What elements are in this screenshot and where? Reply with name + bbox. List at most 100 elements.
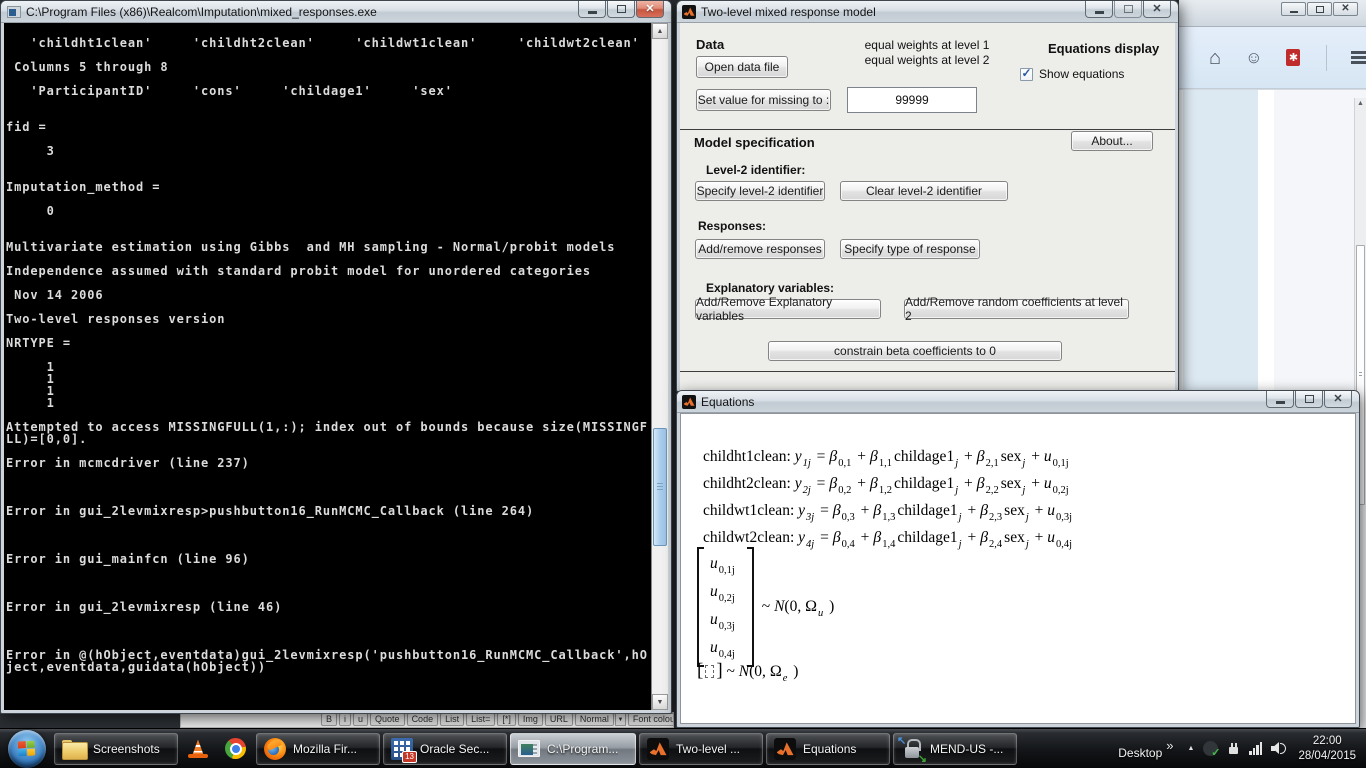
- equations-titlebar[interactable]: Equations ✕: [677, 391, 1359, 413]
- format-button-url[interactable]: URL: [545, 713, 573, 726]
- equals-sign: =: [813, 448, 830, 465]
- taskbar-item-screenshots[interactable]: Screenshots: [54, 733, 178, 765]
- specify-type-button[interactable]: Specify type of response: [840, 239, 980, 259]
- format-button-img[interactable]: Img: [518, 713, 543, 726]
- restore-glyph: [1316, 6, 1324, 13]
- equation-line: childht2clean: y2j = β0,2 + β1,2childage…: [703, 471, 1074, 498]
- power-tray-icon[interactable]: [1227, 742, 1240, 755]
- u-vector-block: u0,1ju0,2ju0,3ju0,4j ~ N(0, Ωu ): [697, 547, 834, 667]
- close-glyph: ✕: [1341, 4, 1349, 14]
- taskbar-items: Screenshots Mozilla Fir...13Oracle Sec...…: [54, 729, 1017, 768]
- beta-symbol: β: [829, 448, 837, 465]
- taskbar-item-console[interactable]: C:\Program...: [510, 733, 636, 765]
- console-client-area[interactable]: 'childht1clean' 'childht2clean' 'childwt…: [4, 23, 668, 710]
- desktop-toolbar[interactable]: Desktop »: [1118, 738, 1173, 760]
- font-colour-button[interactable]: Font colour: [628, 713, 674, 726]
- equations-maximize-button[interactable]: [1295, 391, 1323, 408]
- taskbar-item-label: C:\Program...: [547, 742, 618, 756]
- start-button[interactable]: [8, 730, 46, 768]
- u-subscript: 0,3j: [719, 621, 735, 632]
- taskbar-item-vlc[interactable]: [181, 733, 215, 765]
- taskbar-item-oracle[interactable]: 13Oracle Sec...: [383, 733, 507, 765]
- taskbar-item-matlab-equations[interactable]: Equations: [766, 733, 890, 765]
- console-minimize-button[interactable]: [578, 1, 606, 18]
- format-button-list[interactable]: List: [440, 713, 464, 726]
- left-bracket: [: [697, 660, 703, 681]
- clear-level2-button[interactable]: Clear level-2 identifier: [840, 181, 1008, 201]
- plus-sign: +: [857, 502, 874, 519]
- format-button-code[interactable]: Code: [407, 713, 439, 726]
- antivirus-tray-icon[interactable]: [1203, 741, 1218, 756]
- console-line: NRTYPE =: [6, 337, 648, 349]
- taskbar-item-chrome[interactable]: [218, 733, 253, 765]
- equations-close-button[interactable]: ✕: [1324, 391, 1352, 408]
- plus-sign: +: [964, 529, 981, 546]
- format-button-i[interactable]: i: [339, 713, 351, 726]
- specify-level2-button[interactable]: Specify level-2 identifier: [695, 181, 825, 201]
- taskbar-item-mend[interactable]: MEND-US -...: [893, 733, 1017, 765]
- model-minimize-button[interactable]: [1085, 1, 1113, 18]
- set-missing-value-button[interactable]: Set value for missing to :: [696, 89, 831, 111]
- weights-level2-text: equal weights at level 2: [852, 53, 1002, 67]
- paragraph-style-dropdown[interactable]: Normal▼: [575, 713, 626, 726]
- minimize-glyph: [1095, 11, 1104, 14]
- format-button-b[interactable]: B: [321, 713, 337, 726]
- console-line: [6, 97, 648, 109]
- vlc-icon: [188, 739, 208, 759]
- network-tray-icon[interactable]: [1249, 742, 1262, 755]
- format-button-list[interactable]: List=: [466, 713, 495, 726]
- model-close-button[interactable]: ✕: [1143, 1, 1171, 18]
- open-data-file-button[interactable]: Open data file: [696, 56, 788, 78]
- model-titlebar[interactable]: Two-level mixed response model ✕: [677, 1, 1178, 23]
- plus-sign: +: [853, 448, 870, 465]
- add-explanatory-button[interactable]: Add/Remove Explanatory variables: [695, 299, 881, 319]
- show-equations-label: Show equations: [1039, 67, 1124, 81]
- model-maximize-button[interactable]: [1114, 1, 1142, 18]
- equations-window-title: Equations: [701, 395, 754, 409]
- console-titlebar[interactable]: C:\Program Files (x86)\Realcom\Imputatio…: [1, 1, 671, 23]
- scroll-down-arrow[interactable]: ▼: [652, 694, 668, 710]
- scroll-up-arrow[interactable]: ▲: [652, 23, 668, 39]
- console-close-button[interactable]: ✕: [636, 1, 664, 18]
- add-remove-responses-button[interactable]: Add/remove responses: [695, 239, 825, 259]
- chrome-icon: [225, 738, 246, 759]
- browser-scroll-up-arrow[interactable]: ▲: [1355, 100, 1366, 107]
- taskbar-item-matlab-model[interactable]: Two-level ...: [639, 733, 763, 765]
- u-symbol: u: [1044, 448, 1052, 465]
- console-restore-button[interactable]: [607, 1, 635, 18]
- sound-wave: [1280, 743, 1286, 754]
- taskbar-item-firefox[interactable]: Mozilla Fir...: [256, 733, 380, 765]
- chat-icon[interactable]: ☺: [1245, 49, 1262, 66]
- close-glyph: ✕: [1152, 4, 1161, 15]
- show-equations-checkbox[interactable]: ✓: [1020, 68, 1033, 81]
- browser-restore-button[interactable]: [1307, 2, 1332, 16]
- chevron-icon[interactable]: »: [1166, 738, 1173, 753]
- home-icon[interactable]: ⌂: [1209, 48, 1221, 68]
- format-button-quote[interactable]: Quote: [370, 713, 405, 726]
- volume-tray-icon[interactable]: [1271, 742, 1286, 755]
- add-random-coefficients-button[interactable]: Add/Remove random coefficients at level …: [904, 299, 1129, 319]
- browser-minimize-button[interactable]: [1281, 2, 1306, 16]
- format-button-[interactable]: [*]: [497, 713, 516, 726]
- constrain-beta-button[interactable]: constrain beta coefficients to 0: [768, 341, 1062, 361]
- taskbar-clock[interactable]: 22:00 28/04/2015: [1298, 734, 1356, 764]
- console-line: Columns 5 through 8: [6, 61, 648, 73]
- lastpass-icon[interactable]: ✱: [1286, 49, 1300, 66]
- equations-window: Equations ✕ childht1clean: y1j = β0,1 + …: [676, 390, 1360, 728]
- show-hidden-icons[interactable]: ▲: [1188, 745, 1195, 752]
- console-line: [6, 109, 648, 121]
- plus-sign: +: [1031, 529, 1048, 546]
- menu-icon[interactable]: [1351, 51, 1366, 64]
- browser-titlebar[interactable]: ✕: [1179, 0, 1366, 27]
- missing-value-input[interactable]: [847, 87, 977, 113]
- console-scrollbar[interactable]: ▲ ▼: [651, 23, 668, 710]
- scroll-thumb[interactable]: [653, 428, 667, 546]
- beta1-subscript: 1,1: [879, 458, 892, 469]
- about-button[interactable]: About...: [1071, 131, 1153, 151]
- format-button-u[interactable]: u: [353, 713, 368, 726]
- dropdown-arrow-icon[interactable]: ▼: [615, 713, 626, 726]
- response-name: childwt1clean:: [703, 502, 798, 519]
- equations-minimize-button[interactable]: [1266, 391, 1294, 408]
- beta-symbol: β: [980, 529, 988, 546]
- browser-close-button[interactable]: ✕: [1333, 2, 1358, 16]
